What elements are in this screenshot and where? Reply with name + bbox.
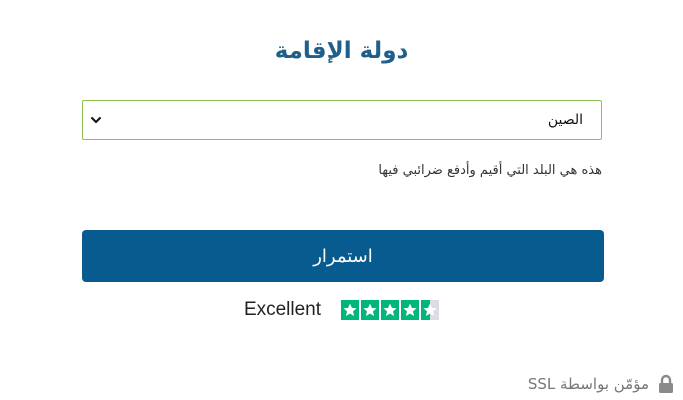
rating-star <box>341 300 360 320</box>
rating-stars <box>341 300 440 320</box>
ssl-text: مؤمّن بواسطة SSL <box>527 375 649 393</box>
rating-star <box>361 300 380 320</box>
star-icon <box>363 303 377 316</box>
continue-button[interactable]: استمرار <box>82 230 604 282</box>
country-select[interactable]: الصين <box>82 100 602 140</box>
trustpilot-rating[interactable]: Excellent <box>0 299 683 321</box>
rating-star <box>401 300 420 320</box>
chevron-down-icon <box>91 117 101 123</box>
residence-country-page: دولة الإقامة الصين هذه هي البلد التي أقي… <box>0 0 683 400</box>
star-icon <box>343 303 357 316</box>
page-title: دولة الإقامة <box>274 38 409 64</box>
star-icon <box>403 303 417 316</box>
star-icon <box>383 303 397 316</box>
country-select-value: الصين <box>547 112 583 128</box>
ssl-secured-notice: مؤمّن بواسطة SSL <box>528 374 675 394</box>
rating-label: Excellent <box>243 299 322 320</box>
lock-icon <box>659 374 673 393</box>
star-icon <box>423 303 437 316</box>
rating-star <box>421 300 440 320</box>
rating-star <box>381 300 400 320</box>
country-hint-text: هذه هي البلد التي أقيم وأدفع ضرائبي فيها <box>378 163 602 178</box>
